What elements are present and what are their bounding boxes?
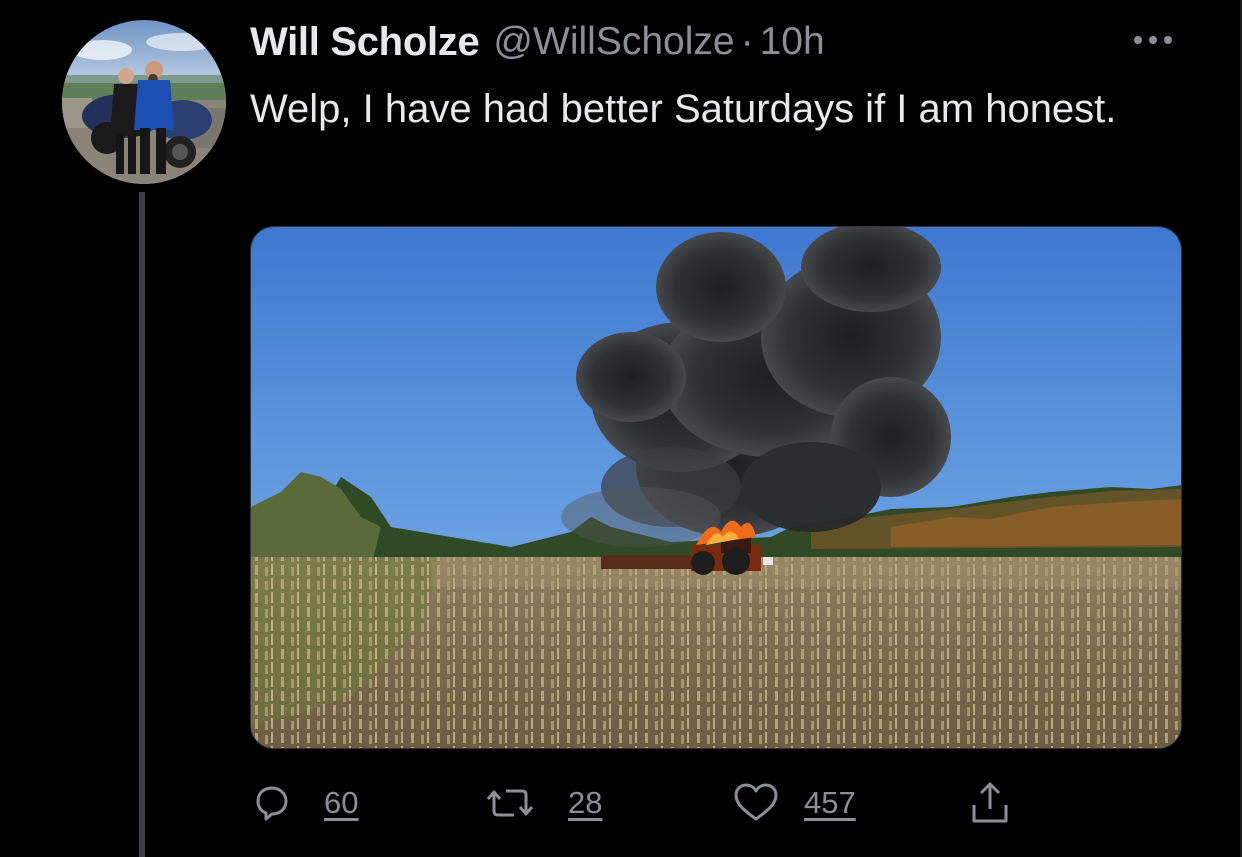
reply-icon: [256, 786, 288, 821]
more-horizontal-icon: [1134, 36, 1172, 44]
retweet-icon: [486, 789, 534, 817]
like-count: 457: [804, 785, 856, 820]
timestamp[interactable]: 10h: [760, 20, 825, 64]
avatar[interactable]: [62, 20, 226, 184]
reply-button[interactable]: 60: [250, 778, 358, 828]
thread-line: [139, 192, 145, 857]
share-icon: [972, 782, 1008, 823]
retweet-button[interactable]: 28: [486, 778, 602, 828]
tweet[interactable]: Will Scholze @WillScholze · 10h Welp, I …: [0, 0, 1242, 857]
tweet-photo[interactable]: [250, 226, 1182, 749]
reply-count: 60: [324, 785, 359, 820]
tweet-header: Will Scholze @WillScholze · 10h: [250, 14, 825, 70]
share-button[interactable]: [968, 778, 1012, 828]
retweet-count: 28: [568, 785, 603, 820]
separator-dot: ·: [740, 20, 754, 63]
like-button[interactable]: 457: [732, 778, 856, 828]
tweet-text: Welp, I have had better Saturdays if I a…: [250, 87, 1117, 131]
user-handle[interactable]: @WillScholze: [493, 20, 734, 64]
photo-burning-tractor: [251, 227, 1181, 748]
action-bar: 60 28 457: [250, 778, 1050, 828]
display-name[interactable]: Will Scholze: [250, 20, 480, 65]
heart-icon: [734, 783, 778, 821]
more-options-button[interactable]: [1128, 30, 1178, 50]
